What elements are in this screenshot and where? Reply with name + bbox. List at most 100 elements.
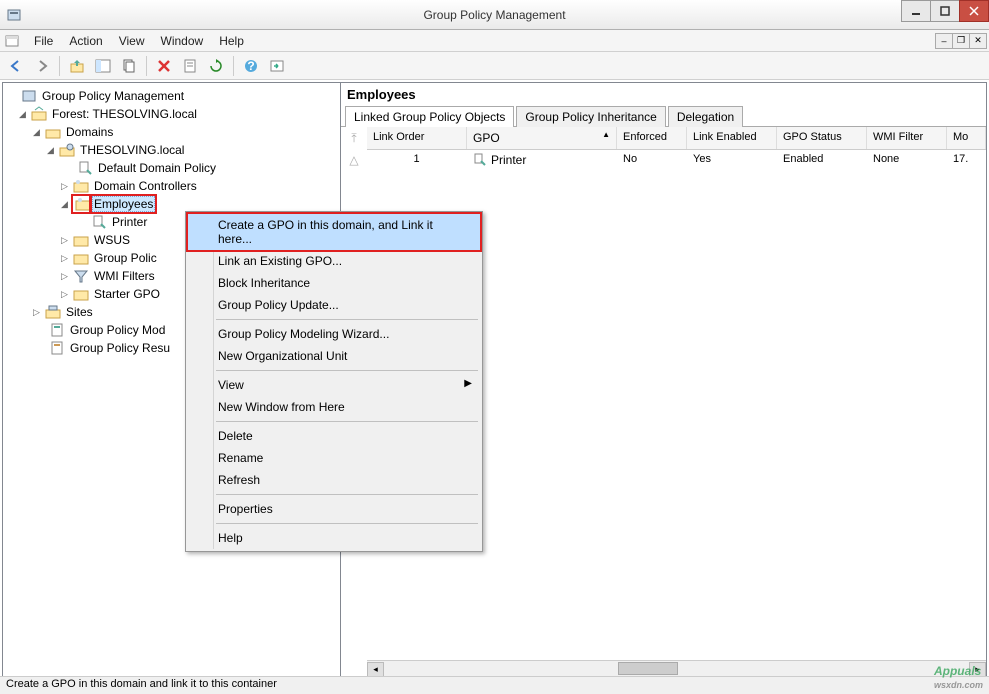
delete-button[interactable] xyxy=(152,54,176,78)
refresh-button[interactable] xyxy=(204,54,228,78)
menu-help[interactable]: Help xyxy=(211,32,252,50)
folder-icon xyxy=(73,286,89,302)
ou-icon xyxy=(73,232,89,248)
tree-domains[interactable]: ◢ Domains xyxy=(3,123,340,141)
ctx-view[interactable]: View▶ xyxy=(188,374,480,396)
properties-button[interactable] xyxy=(178,54,202,78)
ctx-delete[interactable]: Delete xyxy=(188,425,480,447)
forward-button[interactable] xyxy=(30,54,54,78)
move-up-button[interactable]: △ xyxy=(345,151,363,169)
ctx-block-inheritance[interactable]: Block Inheritance xyxy=(188,272,480,294)
menu-action[interactable]: Action xyxy=(61,32,110,50)
scroll-thumb[interactable] xyxy=(618,662,678,675)
collapse-icon[interactable]: ◢ xyxy=(17,109,28,120)
menu-view[interactable]: View xyxy=(111,32,153,50)
mdi-close-button[interactable]: ✕ xyxy=(969,33,987,49)
ctx-gp-update[interactable]: Group Policy Update... xyxy=(188,294,480,316)
menu-window[interactable]: Window xyxy=(153,32,212,50)
col-wmi-filter[interactable]: WMI Filter xyxy=(867,127,947,149)
tab-linked-gpo[interactable]: Linked Group Policy Objects xyxy=(345,106,514,127)
ctx-link-gpo[interactable]: Link an Existing GPO... xyxy=(188,250,480,272)
context-menu: Create a GPO in this domain, and Link it… xyxy=(185,211,483,552)
report-icon xyxy=(49,340,65,356)
collapse-icon[interactable]: ◢ xyxy=(31,127,42,138)
tree-forest[interactable]: ◢ Forest: THESOLVING.local xyxy=(3,105,340,123)
cell-modified: 17. xyxy=(947,150,986,170)
grid-header: Link Order GPO▲ Enforced Link Enabled GP… xyxy=(367,127,986,150)
tab-strip: Linked Group Policy Objects Group Policy… xyxy=(341,106,986,127)
window-title: Group Policy Management xyxy=(0,8,989,22)
show-tree-button[interactable] xyxy=(91,54,115,78)
watermark: Appuals wsxdn.com xyxy=(934,659,983,690)
collapse-icon[interactable]: ◢ xyxy=(59,199,70,210)
mmc-icon xyxy=(4,33,20,49)
expand-icon[interactable]: ▷ xyxy=(59,271,70,282)
export-button[interactable] xyxy=(265,54,289,78)
gpo-link-icon xyxy=(77,160,93,176)
gpm-icon xyxy=(21,88,37,104)
expand-icon[interactable]: ▷ xyxy=(59,289,70,300)
order-arrows: ⤒ △ xyxy=(341,127,367,170)
cell-wmi: None xyxy=(867,150,947,170)
expand-icon[interactable]: ▷ xyxy=(59,181,70,192)
table-row[interactable]: 1 Printer No Yes Enabled None 17. xyxy=(367,150,986,170)
ctx-new-ou[interactable]: New Organizational Unit xyxy=(188,345,480,367)
cell-enabled: Yes xyxy=(687,150,777,170)
report-icon xyxy=(49,322,65,338)
ctx-create-gpo[interactable]: Create a GPO in this domain, and Link it… xyxy=(188,214,480,250)
menu-file[interactable]: File xyxy=(26,32,61,50)
menubar: File Action View Window Help – ❐ ✕ xyxy=(0,30,989,52)
details-title: Employees xyxy=(341,83,986,106)
close-button[interactable] xyxy=(959,0,989,22)
maximize-button[interactable] xyxy=(930,0,960,22)
cell-enforced: No xyxy=(617,150,687,170)
col-link-order[interactable]: Link Order xyxy=(367,127,467,149)
help-button[interactable]: ? xyxy=(239,54,263,78)
workspace: Group Policy Management ◢ Forest: THESOL… xyxy=(2,82,987,678)
svg-text:?: ? xyxy=(247,59,254,73)
cell-order: 1 xyxy=(367,150,467,170)
tree-domain[interactable]: ◢ THESOLVING.local xyxy=(3,141,340,159)
domains-icon xyxy=(45,124,61,140)
tree-root[interactable]: Group Policy Management xyxy=(3,87,340,105)
gpo-link-icon xyxy=(91,214,107,230)
tree-default-policy[interactable]: Default Domain Policy xyxy=(3,159,340,177)
up-folder-button[interactable] xyxy=(65,54,89,78)
sort-asc-icon: ▲ xyxy=(602,130,610,139)
ctx-rename[interactable]: Rename xyxy=(188,447,480,469)
submenu-arrow-icon: ▶ xyxy=(464,378,472,389)
mdi-minimize-button[interactable]: – xyxy=(935,33,953,49)
domain-icon xyxy=(59,142,75,158)
minimize-button[interactable] xyxy=(901,0,931,22)
col-link-enabled[interactable]: Link Enabled xyxy=(687,127,777,149)
forest-icon xyxy=(31,106,47,122)
copy-button[interactable] xyxy=(117,54,141,78)
back-button[interactable] xyxy=(4,54,28,78)
expand-icon[interactable]: ▷ xyxy=(59,253,70,264)
ctx-modeling-wizard[interactable]: Group Policy Modeling Wizard... xyxy=(188,323,480,345)
mdi-restore-button[interactable]: ❐ xyxy=(952,33,970,49)
ctx-new-window[interactable]: New Window from Here xyxy=(188,396,480,418)
folder-icon xyxy=(73,250,89,266)
tree-domain-controllers[interactable]: ▷ Domain Controllers xyxy=(3,177,340,195)
ctx-refresh[interactable]: Refresh xyxy=(188,469,480,491)
horizontal-scrollbar[interactable]: ◂ ▸ xyxy=(367,660,986,677)
col-modified[interactable]: Mo xyxy=(947,127,986,149)
tab-delegation[interactable]: Delegation xyxy=(668,106,743,127)
ctx-help[interactable]: Help xyxy=(188,527,480,549)
toolbar: ? xyxy=(0,52,989,80)
expand-icon[interactable]: ▷ xyxy=(31,307,42,318)
col-gpo[interactable]: GPO▲ xyxy=(467,127,617,149)
collapse-icon[interactable]: ◢ xyxy=(45,145,56,156)
ctx-properties[interactable]: Properties xyxy=(188,498,480,520)
ou-icon xyxy=(73,196,89,212)
scroll-left-button[interactable]: ◂ xyxy=(367,662,384,677)
sites-icon xyxy=(45,304,61,320)
ou-icon xyxy=(73,178,89,194)
cell-status: Enabled xyxy=(777,150,867,170)
tab-inheritance[interactable]: Group Policy Inheritance xyxy=(516,106,665,127)
col-enforced[interactable]: Enforced xyxy=(617,127,687,149)
col-gpo-status[interactable]: GPO Status xyxy=(777,127,867,149)
expand-icon[interactable]: ▷ xyxy=(59,235,70,246)
move-top-button[interactable]: ⤒ xyxy=(345,129,363,147)
